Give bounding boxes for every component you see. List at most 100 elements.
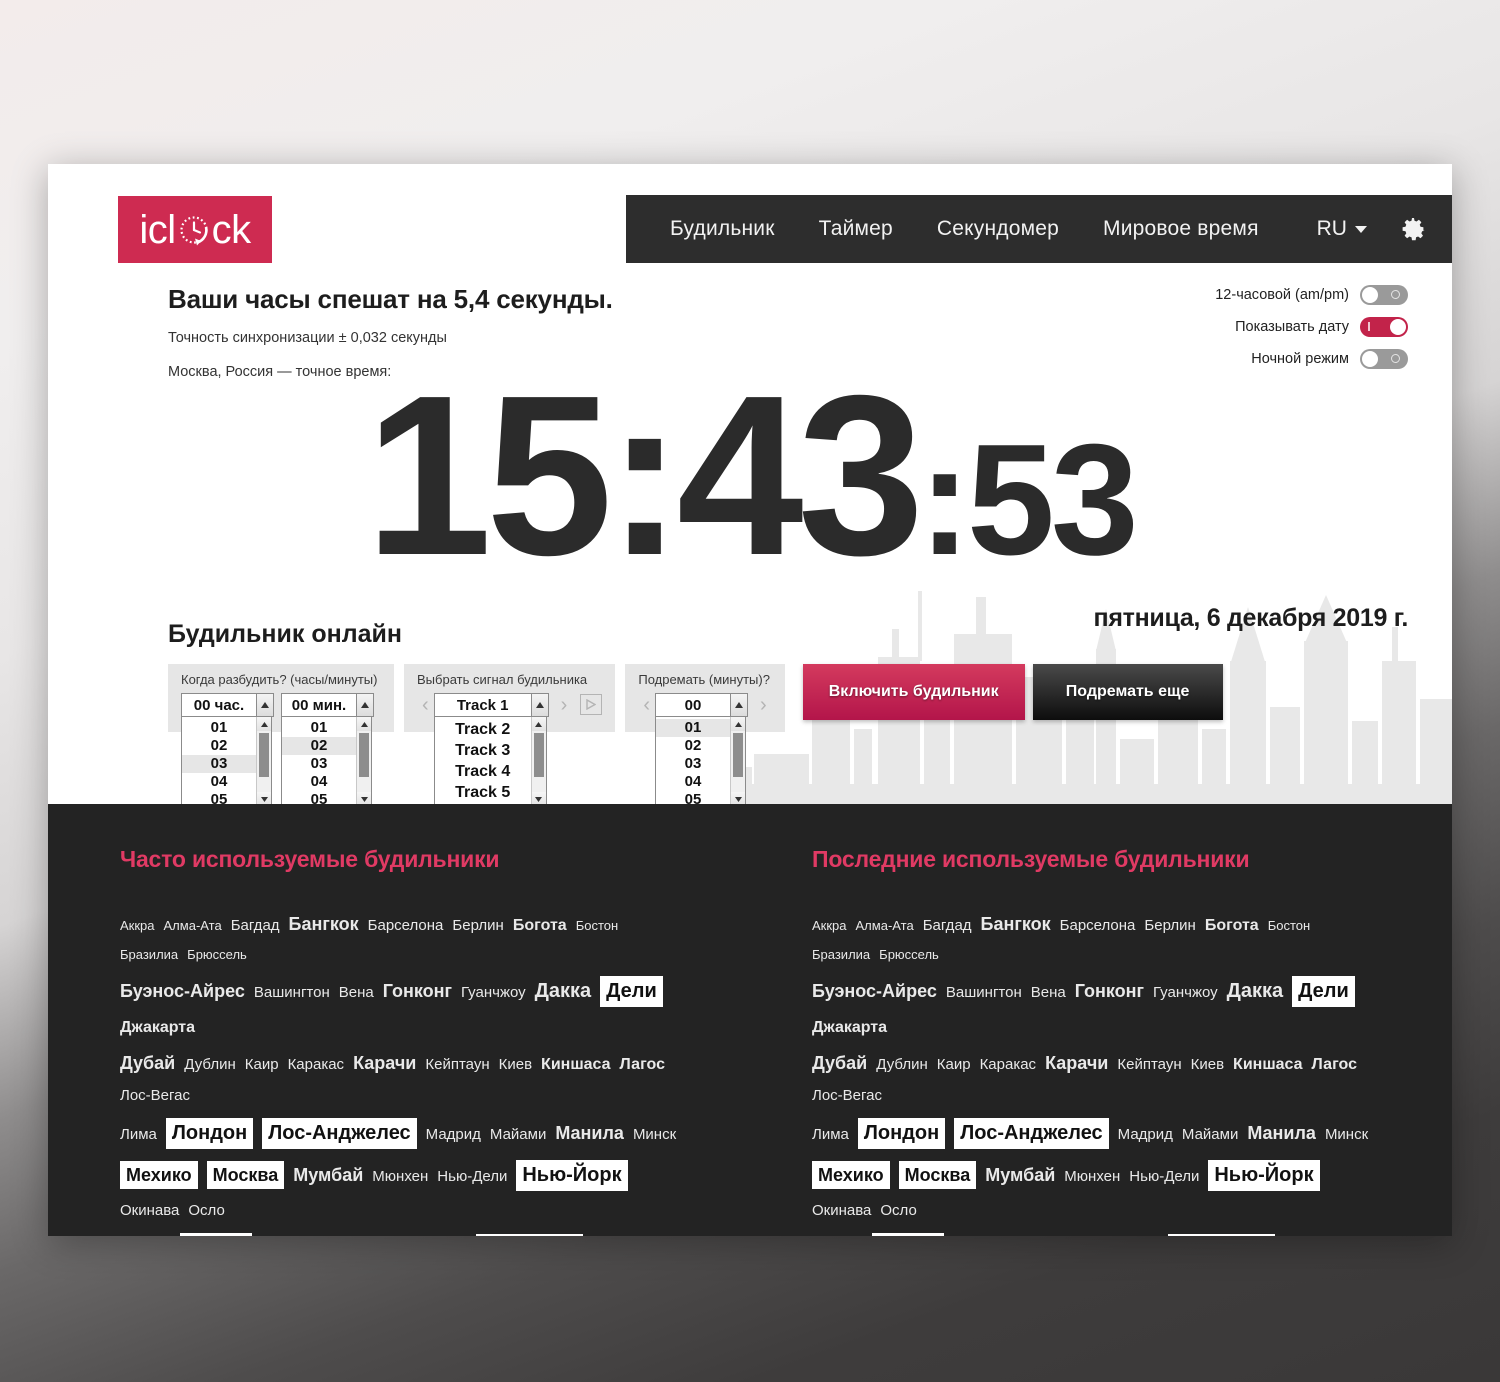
city-tag[interactable]: Вашингтон bbox=[946, 982, 1022, 1004]
city-tag[interactable]: Багдад bbox=[231, 915, 280, 937]
city-tag[interactable]: Лос-Вегас bbox=[120, 1085, 190, 1107]
toggle-show-date[interactable] bbox=[1360, 317, 1408, 337]
sound-option[interactable]: Track 3 bbox=[435, 740, 531, 761]
hours-spinner-head[interactable]: 00 час. bbox=[181, 693, 274, 717]
city-tag[interactable]: Нью-Дели bbox=[437, 1166, 507, 1188]
scroll-down-button[interactable] bbox=[731, 792, 746, 804]
city-tag[interactable]: Манила bbox=[1247, 1120, 1316, 1146]
city-tag[interactable]: Бразилиа bbox=[120, 946, 178, 965]
city-tag[interactable]: Киев bbox=[499, 1054, 532, 1076]
city-tag[interactable]: Лондон bbox=[165, 1118, 254, 1150]
scroll-down-button[interactable] bbox=[531, 792, 546, 804]
city-tag[interactable]: Осло bbox=[880, 1200, 916, 1222]
settings-button[interactable] bbox=[1399, 215, 1427, 243]
city-tag[interactable]: Богота bbox=[1205, 914, 1259, 937]
city-tag[interactable]: Буэнос-Айрес bbox=[120, 978, 245, 1004]
city-tag[interactable]: Минск bbox=[633, 1124, 676, 1146]
city-tag[interactable]: Лондон bbox=[857, 1118, 946, 1150]
city-tag[interactable]: Дакка bbox=[535, 977, 592, 1006]
city-tag[interactable]: Дели bbox=[1292, 976, 1355, 1008]
play-preview-button[interactable] bbox=[580, 694, 603, 715]
snooze-option[interactable]: 04 bbox=[656, 773, 730, 791]
scrollbar-thumb[interactable] bbox=[533, 733, 544, 777]
sound-option-list[interactable]: Track 2 Track 3 Track 4 Track 5 bbox=[433, 717, 547, 804]
city-tag[interactable]: Джакарта bbox=[812, 1016, 887, 1039]
city-tag[interactable]: Майами bbox=[1182, 1124, 1238, 1146]
city-tag[interactable]: Нью-Йорк bbox=[1208, 1160, 1320, 1192]
nav-item-alarm[interactable]: Будильник bbox=[648, 217, 797, 241]
city-tag[interactable]: Осло bbox=[188, 1200, 224, 1222]
hours-option[interactable]: 02 bbox=[182, 737, 256, 755]
city-tag[interactable]: Гонконг bbox=[383, 978, 452, 1004]
city-tag[interactable]: Лагос bbox=[620, 1053, 665, 1076]
city-tag[interactable]: Брюссель bbox=[187, 946, 247, 965]
city-tag[interactable]: Мумбай bbox=[985, 1162, 1055, 1188]
city-tag[interactable]: Бостон bbox=[1268, 917, 1310, 936]
sound-option[interactable]: Track 4 bbox=[435, 761, 531, 782]
city-tag[interactable]: Лима bbox=[812, 1124, 849, 1146]
sound-spinner[interactable]: Track 1 Track 2 Track 3 Track 4 Track 5 bbox=[433, 693, 549, 804]
city-tag[interactable]: Киев bbox=[1191, 1054, 1224, 1076]
city-tag[interactable]: Нью-Йорк bbox=[516, 1160, 628, 1192]
scroll-down-button[interactable] bbox=[257, 792, 271, 804]
nav-item-timer[interactable]: Таймер bbox=[797, 217, 915, 241]
scroll-down-button[interactable] bbox=[357, 792, 371, 804]
city-tag[interactable]: Бразилиа bbox=[812, 946, 870, 965]
city-tag[interactable]: Карачи bbox=[353, 1050, 416, 1076]
sound-spinner-up-button[interactable] bbox=[530, 694, 548, 716]
snooze-option[interactable]: 02 bbox=[656, 737, 730, 755]
start-alarm-button[interactable]: Включить будильник bbox=[802, 664, 1025, 720]
city-tag[interactable]: Мехико bbox=[812, 1161, 890, 1190]
city-tag[interactable]: Мюнхен bbox=[372, 1166, 428, 1188]
snooze-option-list[interactable]: 01 02 03 04 05 bbox=[655, 717, 747, 805]
nav-item-stopwatch[interactable]: Секундомер bbox=[915, 217, 1081, 241]
city-tag[interactable]: Карачи bbox=[1045, 1050, 1108, 1076]
city-tag[interactable]: Москва bbox=[898, 1161, 977, 1190]
city-tag[interactable]: Лима bbox=[120, 1124, 157, 1146]
minutes-option[interactable]: 03 bbox=[282, 755, 356, 773]
snooze-spinner-head[interactable]: 00 bbox=[655, 693, 749, 717]
hours-spinner-up-button[interactable] bbox=[256, 694, 273, 716]
scrollbar-thumb[interactable] bbox=[359, 733, 369, 777]
city-tag[interactable]: Лос-Анджелес bbox=[262, 1118, 417, 1150]
scrollbar-thumb[interactable] bbox=[259, 733, 269, 777]
hours-option-list[interactable]: 01 02 03 04 05 bbox=[181, 717, 272, 804]
city-tag[interactable]: Бангкок bbox=[289, 911, 359, 937]
city-tag[interactable]: Дублин bbox=[184, 1054, 236, 1076]
hours-scrollbar[interactable] bbox=[256, 717, 271, 804]
city-tag[interactable]: Бангкок bbox=[981, 911, 1051, 937]
sound-scrollbar[interactable] bbox=[530, 717, 546, 804]
city-tag[interactable]: Аккра bbox=[812, 917, 847, 936]
city-tag[interactable]: Буэнос-Айрес bbox=[812, 978, 937, 1004]
toggle-12hour[interactable] bbox=[1360, 285, 1408, 305]
city-tag[interactable]: Дубай bbox=[120, 1050, 175, 1076]
city-tag[interactable]: Джакарта bbox=[120, 1016, 195, 1039]
snooze-option[interactable]: 05 bbox=[656, 791, 730, 805]
sound-prev-button[interactable]: ‹ bbox=[417, 693, 434, 717]
snooze-next-button[interactable]: › bbox=[755, 693, 772, 717]
scroll-up-button[interactable] bbox=[531, 717, 546, 731]
city-tag[interactable]: Манила bbox=[555, 1120, 624, 1146]
city-tag[interactable]: Мадрид bbox=[1118, 1124, 1173, 1146]
city-tag[interactable]: Мадрид bbox=[426, 1124, 481, 1146]
city-tag[interactable]: Аккра bbox=[120, 917, 155, 936]
snooze-option[interactable]: 03 bbox=[656, 755, 730, 773]
hours-option[interactable]: 04 bbox=[182, 773, 256, 791]
hours-option[interactable]: 03 bbox=[182, 755, 256, 773]
snooze-more-button[interactable]: Подремать еще bbox=[1032, 664, 1223, 720]
city-tag[interactable]: Гуанчжоу bbox=[1153, 982, 1218, 1004]
city-tag[interactable]: Дублин bbox=[876, 1054, 928, 1076]
scrollbar-thumb[interactable] bbox=[733, 733, 744, 777]
city-tag[interactable]: Берлин bbox=[1144, 915, 1195, 937]
city-tag[interactable]: Майами bbox=[490, 1124, 546, 1146]
city-tag[interactable]: Киншаса bbox=[541, 1053, 611, 1076]
city-tag[interactable]: Каракас bbox=[288, 1054, 345, 1076]
sound-option[interactable]: Track 2 bbox=[435, 719, 531, 740]
city-tag[interactable]: Минск bbox=[1325, 1124, 1368, 1146]
city-tag[interactable]: Лос-Анджелес bbox=[954, 1118, 1109, 1150]
city-tag[interactable]: Гуанчжоу bbox=[461, 982, 526, 1004]
minutes-spinner-up-button[interactable] bbox=[356, 694, 373, 716]
city-tag[interactable]: Кейптаун bbox=[425, 1054, 489, 1076]
sound-spinner-head[interactable]: Track 1 bbox=[433, 693, 549, 717]
language-selector[interactable]: RU bbox=[1281, 217, 1377, 241]
